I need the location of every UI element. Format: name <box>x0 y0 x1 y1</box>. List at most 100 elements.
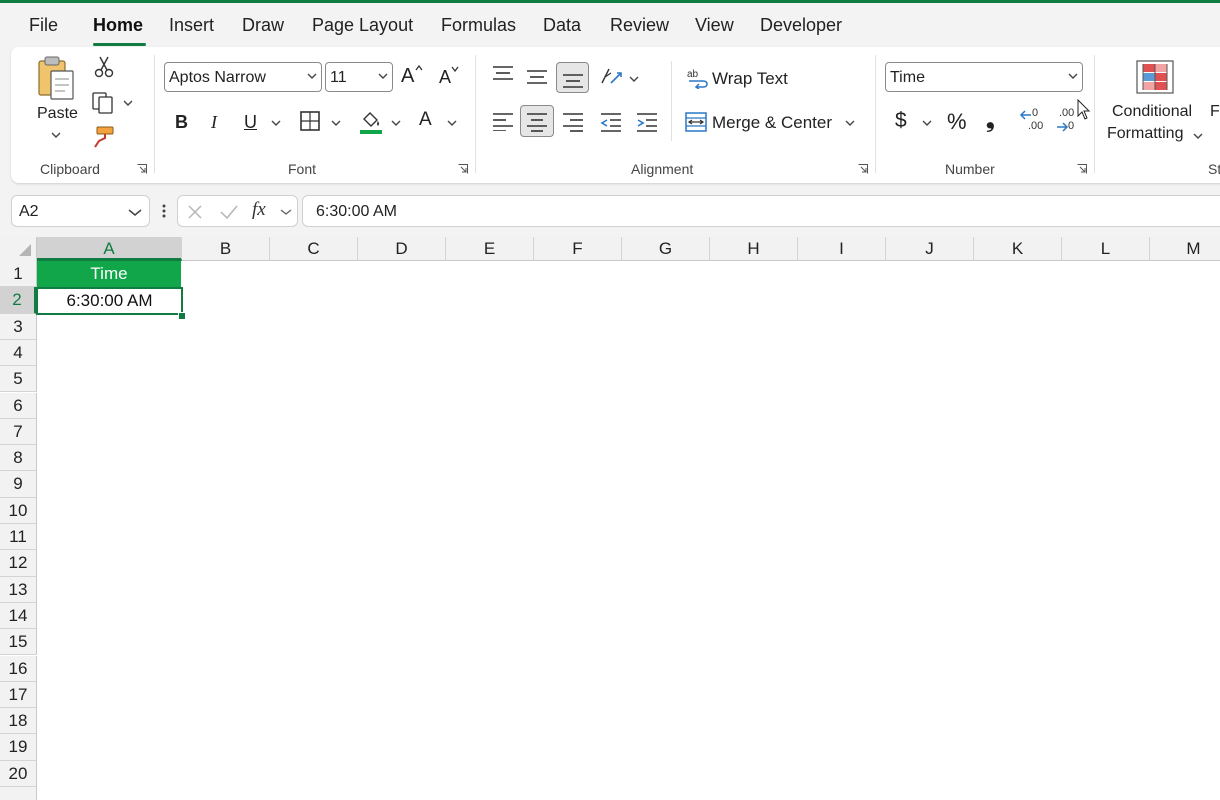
align-right-icon[interactable] <box>561 111 585 133</box>
column-header-a[interactable]: A <box>37 237 182 261</box>
paste-chevron-icon[interactable] <box>51 131 61 139</box>
paste-button[interactable]: Paste <box>37 105 78 123</box>
conditional-formatting-label-2[interactable]: Formatting <box>1107 125 1183 143</box>
column-header-g[interactable]: G <box>622 237 710 261</box>
font-color-chevron-icon[interactable] <box>447 119 457 127</box>
row-header-2[interactable]: 2 <box>0 287 37 314</box>
row-header-7[interactable]: 7 <box>0 418 37 446</box>
number-dialog-launcher-icon[interactable] <box>1077 164 1087 174</box>
comma-style-button[interactable]: ❟ <box>986 107 995 133</box>
row-header-4[interactable]: 4 <box>0 339 37 367</box>
enter-check-icon[interactable] <box>219 204 239 220</box>
accounting-format-button[interactable]: $ <box>895 109 907 133</box>
fill-color-chevron-icon[interactable] <box>391 119 401 127</box>
tab-insert[interactable]: Insert <box>169 15 214 36</box>
row-header-12[interactable]: 12 <box>0 550 37 577</box>
name-box[interactable]: A2 <box>11 195 150 227</box>
underline-chevron-icon[interactable] <box>271 119 281 127</box>
cancel-icon[interactable] <box>187 204 203 220</box>
cut-icon[interactable] <box>93 55 115 79</box>
row-header-15[interactable]: 15 <box>0 629 37 656</box>
format-as-table-button[interactable]: Fo <box>1210 103 1220 121</box>
alignment-dialog-launcher-icon[interactable] <box>858 164 868 174</box>
conditional-formatting-button[interactable]: Conditional <box>1112 103 1192 121</box>
tab-draw[interactable]: Draw <box>242 15 284 36</box>
row-header-11[interactable]: 11 <box>0 524 37 551</box>
worksheet-grid[interactable]: A B C D E F G H I J K L M 1 2 3 4 5 6 7 … <box>0 237 1220 800</box>
format-painter-icon[interactable] <box>91 125 117 149</box>
insert-function-button[interactable]: fx <box>252 199 266 221</box>
italic-button[interactable]: I <box>211 112 217 133</box>
row-header-6[interactable]: 6 <box>0 392 37 419</box>
bottom-align-button[interactable] <box>556 62 589 93</box>
merge-center-icon[interactable] <box>684 111 708 133</box>
row-header-1[interactable]: 1 <box>0 261 37 288</box>
column-header-k[interactable]: K <box>974 237 1062 261</box>
number-format-combo[interactable]: Time <box>885 62 1083 92</box>
row-header-13[interactable]: 13 <box>0 576 37 603</box>
cell-a1[interactable]: Time <box>37 261 181 287</box>
orientation-icon[interactable] <box>599 65 625 87</box>
row-header-9[interactable]: 9 <box>0 471 37 498</box>
column-header-j[interactable]: J <box>886 237 974 261</box>
copy-icon[interactable] <box>91 91 117 115</box>
decrease-font-size-button[interactable]: A <box>439 67 451 88</box>
row-header-10[interactable]: 10 <box>0 497 37 524</box>
chevron-down-icon[interactable] <box>280 208 292 216</box>
tab-page-layout[interactable]: Page Layout <box>312 15 413 36</box>
clipboard-dialog-launcher-icon[interactable] <box>137 164 147 174</box>
conditional-formatting-icon[interactable] <box>1135 59 1175 95</box>
tab-developer[interactable]: Developer <box>760 15 842 36</box>
row-header-17[interactable]: 17 <box>0 681 37 709</box>
increase-indent-icon[interactable] <box>635 111 659 133</box>
font-name-combo[interactable]: Aptos Narrow <box>164 62 322 92</box>
increase-font-size-button[interactable]: A <box>401 65 414 88</box>
borders-icon[interactable] <box>299 110 321 132</box>
fill-handle[interactable] <box>178 312 186 320</box>
row-header-16[interactable]: 16 <box>0 655 37 682</box>
chevron-down-icon[interactable] <box>128 208 142 217</box>
paste-icon[interactable] <box>35 55 79 103</box>
middle-align-icon[interactable] <box>525 67 549 87</box>
font-color-button[interactable]: A <box>419 109 432 131</box>
decrease-indent-icon[interactable] <box>599 111 623 133</box>
tab-formulas[interactable]: Formulas <box>441 15 516 36</box>
more-options-icon[interactable] <box>161 203 167 219</box>
orientation-chevron-icon[interactable] <box>629 75 639 83</box>
tab-review[interactable]: Review <box>610 15 669 36</box>
align-left-icon[interactable] <box>491 111 515 131</box>
merge-center-chevron-icon[interactable] <box>845 119 855 127</box>
conditional-formatting-chevron-icon[interactable] <box>1193 132 1203 140</box>
column-header-c[interactable]: C <box>270 237 358 261</box>
wrap-text-icon[interactable]: ab <box>687 67 709 89</box>
font-dialog-launcher-icon[interactable] <box>458 164 468 174</box>
align-center-button[interactable] <box>520 105 554 137</box>
row-header-5[interactable]: 5 <box>0 366 37 393</box>
bold-button[interactable]: B <box>175 112 188 133</box>
top-align-icon[interactable] <box>491 65 515 85</box>
increase-decimal-button[interactable]: 0 .00 <box>1019 107 1049 135</box>
row-header-19[interactable]: 19 <box>0 734 37 761</box>
tab-file[interactable]: File <box>29 15 58 36</box>
fill-color-icon[interactable] <box>359 109 383 135</box>
row-header-3[interactable]: 3 <box>0 313 37 340</box>
tab-view[interactable]: View <box>695 15 734 36</box>
borders-chevron-icon[interactable] <box>331 119 341 127</box>
column-header-f[interactable]: F <box>534 237 622 261</box>
wrap-text-button[interactable]: Wrap Text <box>712 69 788 89</box>
tab-data[interactable]: Data <box>543 15 581 36</box>
column-header-m[interactable]: M <box>1150 237 1220 261</box>
column-header-e[interactable]: E <box>446 237 534 261</box>
cell-a2[interactable]: 6:30:00 AM <box>36 287 183 315</box>
percent-style-button[interactable]: % <box>947 109 967 135</box>
row-header-20[interactable]: 20 <box>0 760 37 787</box>
tab-home[interactable]: Home <box>93 15 143 36</box>
font-size-combo[interactable]: 11 <box>325 62 393 92</box>
column-header-d[interactable]: D <box>358 237 446 261</box>
copy-chevron-icon[interactable] <box>123 99 133 107</box>
row-header-18[interactable]: 18 <box>0 708 37 735</box>
column-header-i[interactable]: I <box>798 237 886 261</box>
formula-input[interactable]: 6:30:00 AM <box>302 195 1220 227</box>
merge-center-button[interactable]: Merge & Center <box>712 113 832 133</box>
row-header-8[interactable]: 8 <box>0 445 37 472</box>
